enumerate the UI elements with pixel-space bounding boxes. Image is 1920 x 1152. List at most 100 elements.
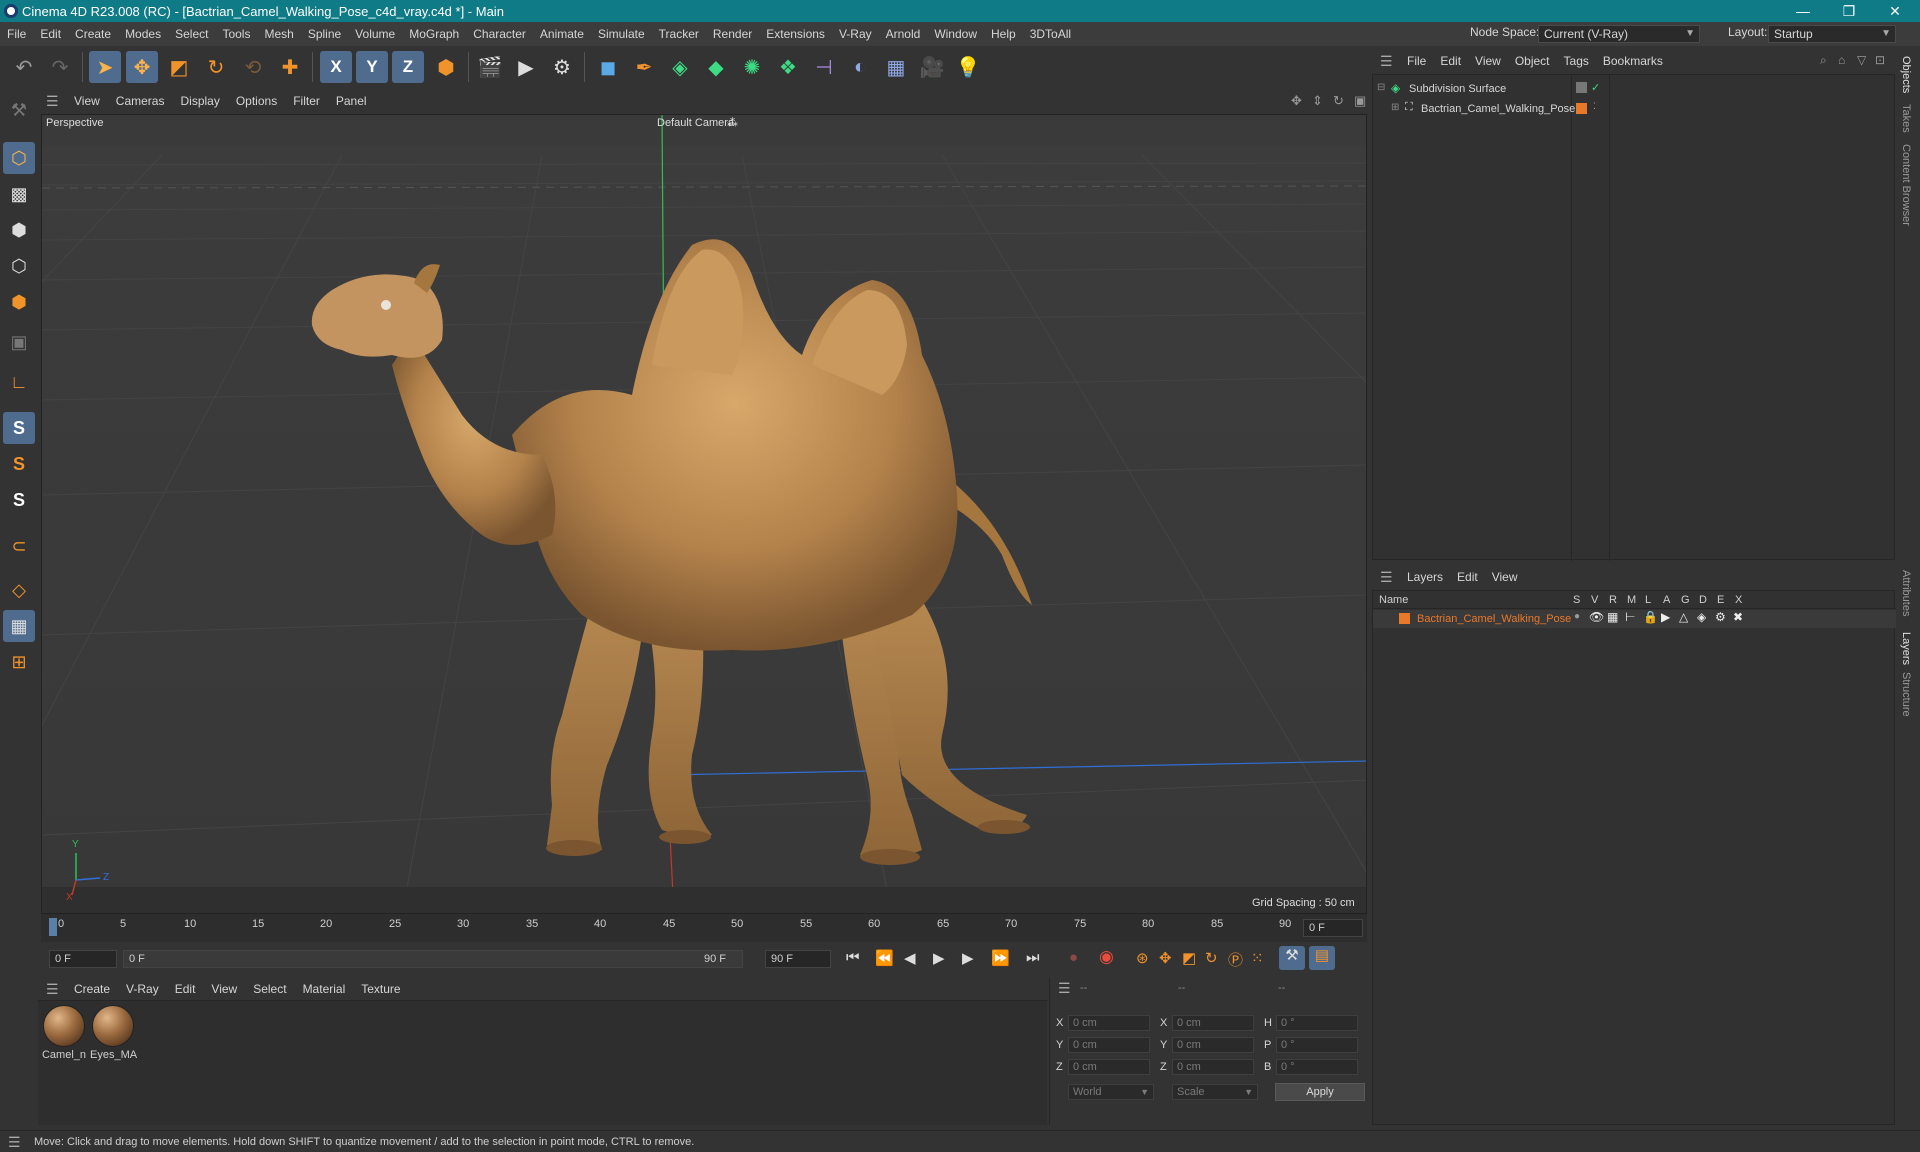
close-button[interactable]: ✕ <box>1872 0 1918 22</box>
play-icon[interactable]: ▶ <box>933 949 945 967</box>
autokey-icon[interactable]: ◉ <box>1099 947 1114 967</box>
object-menu-edit[interactable]: Edit <box>1433 54 1468 68</box>
deformer-icon[interactable]: ⊣ <box>808 51 840 83</box>
lock-x-button[interactable]: X <box>320 51 352 83</box>
current-frame-field[interactable]: 0 F <box>1303 919 1363 937</box>
pen-spline-icon[interactable]: ✒ <box>628 51 660 83</box>
layer-menu-view[interactable]: View <box>1485 570 1525 584</box>
menu-volume[interactable]: Volume <box>348 27 402 41</box>
lock-y-button[interactable]: Y <box>356 51 388 83</box>
layer-color-swatch[interactable] <box>1576 103 1587 114</box>
manager-icon[interactable]: ⊢ <box>1625 610 1635 624</box>
render-region-icon[interactable]: 🎬 <box>474 51 506 83</box>
extrude-icon[interactable]: ◆ <box>700 51 732 83</box>
magnet-icon[interactable]: ⊂ <box>3 530 35 562</box>
position-x-field[interactable]: 0 cm <box>1068 1015 1150 1031</box>
tab-content-browser[interactable]: Content Browser <box>1900 144 1912 226</box>
animation-icon[interactable]: ▶ <box>1661 610 1670 624</box>
object-row[interactable]: ⊟ ◈ Subdivision Surface ✓ <box>1373 81 1896 99</box>
menu-spline[interactable]: Spline <box>301 27 348 41</box>
material-menu-select[interactable]: Select <box>245 982 294 996</box>
material-item[interactable]: Eyes_MA <box>90 1005 137 1061</box>
home-icon[interactable]: ⌂ <box>1838 53 1845 67</box>
undo-icon[interactable]: ↶ <box>8 51 40 83</box>
viewport-menu-view[interactable]: View <box>66 94 108 108</box>
go-to-end-icon[interactable]: ⏭ <box>1026 949 1040 966</box>
snap-settings-button[interactable]: S <box>3 448 35 480</box>
previous-frame-icon[interactable]: ◀ <box>904 949 916 967</box>
visibility-dots-icon[interactable]: ⁚ <box>1593 101 1596 112</box>
deformers-icon[interactable]: ◈ <box>1697 610 1706 624</box>
layer-menu-edit[interactable]: Edit <box>1450 570 1485 584</box>
tab-layers[interactable]: Layers <box>1900 632 1912 665</box>
eye-icon[interactable]: 👁 <box>1589 610 1604 624</box>
object-menu-object[interactable]: Object <box>1508 54 1557 68</box>
material-menu-material[interactable]: Material <box>295 982 354 996</box>
coordinate-system-icon[interactable]: ⬢ <box>430 51 462 83</box>
axis-mode-icon[interactable]: ∟ <box>3 366 35 398</box>
size-x-field[interactable]: 0 cm <box>1172 1015 1254 1031</box>
locked-workplane-icon[interactable]: ⊞ <box>3 646 35 678</box>
menu-mesh[interactable]: Mesh <box>257 27 300 41</box>
recent-tools-icon[interactable]: ⟲ <box>237 51 269 83</box>
search-icon[interactable]: ⌕ <box>1820 53 1827 68</box>
viewport-menu-panel[interactable]: Panel <box>328 94 375 108</box>
frame-range-slider[interactable]: 0 F 90 F <box>123 950 743 968</box>
maximize-button[interactable]: ❐ <box>1826 0 1872 22</box>
menu-file[interactable]: File <box>0 27 33 41</box>
lock-z-button[interactable]: Z <box>392 51 424 83</box>
tab-structure[interactable]: Structure <box>1900 672 1912 717</box>
end-frame-field[interactable]: 90 F <box>765 950 831 968</box>
menu-modes[interactable]: Modes <box>118 27 168 41</box>
collapse-icon[interactable]: ⊟ <box>1377 82 1385 93</box>
redo-icon[interactable]: ↷ <box>44 51 76 83</box>
go-to-start-icon[interactable]: ⏮ <box>846 949 860 966</box>
viewport[interactable]: Perspective Default Camera ⁂ Grid Spacin… <box>41 114 1367 914</box>
viewport-menu-display[interactable]: Display <box>172 94 227 108</box>
polygons-mode-icon[interactable]: ⬢ <box>3 286 35 318</box>
hamburger-icon[interactable]: ☰ <box>46 982 60 996</box>
expressions-icon[interactable]: ⚙ <box>1715 610 1726 624</box>
node-space-dropdown[interactable]: Current (V-Ray) ▼ <box>1538 25 1700 43</box>
viewport-menu-options[interactable]: Options <box>228 94 285 108</box>
hamburger-icon[interactable]: ☰ <box>8 1135 22 1149</box>
key-scale-icon[interactable]: ◩ <box>1182 949 1196 967</box>
menu-simulate[interactable]: Simulate <box>591 27 652 41</box>
material-item[interactable]: Camel_n <box>41 1005 87 1061</box>
object-menu-file[interactable]: File <box>1400 54 1433 68</box>
edges-mode-icon[interactable]: ⬡ <box>3 250 35 282</box>
layout-dropdown[interactable]: Startup ▼ <box>1768 25 1896 43</box>
select-tool-icon[interactable]: ➤ <box>89 51 121 83</box>
tab-objects[interactable]: Objects <box>1900 56 1912 93</box>
key-parameter-icon[interactable]: Ⓟ <box>1228 949 1243 970</box>
menu-extensions[interactable]: Extensions <box>759 27 832 41</box>
size-mode-dropdown[interactable]: Scale ▼ <box>1172 1084 1258 1100</box>
object-menu-tags[interactable]: Tags <box>1557 54 1596 68</box>
keyframe-selection-icon[interactable]: ⊛ <box>1136 949 1149 967</box>
light-icon[interactable]: 💡 <box>952 51 984 83</box>
tab-takes[interactable]: Takes <box>1900 104 1912 133</box>
rotate-view-icon[interactable]: ↻ <box>1333 93 1344 109</box>
layer-row[interactable]: Bactrian_Camel_Walking_Pose ● 👁 ▦ ⊢ 🔒 ▶ … <box>1373 610 1896 628</box>
camera-icon[interactable]: 🎥 <box>916 51 948 83</box>
model-mode-icon[interactable]: ⬡ <box>3 142 35 174</box>
workplane-icon[interactable]: ◇ <box>3 574 35 606</box>
subdivision-icon[interactable]: ◈ <box>664 51 696 83</box>
material-menu-vray[interactable]: V-Ray <box>118 982 167 996</box>
menu-mograph[interactable]: MoGraph <box>402 27 466 41</box>
motion-system-icon[interactable]: ⚒ <box>1279 946 1305 970</box>
menu-vray[interactable]: V-Ray <box>832 27 879 41</box>
solo-icon[interactable]: ● <box>1574 611 1580 622</box>
hamburger-icon[interactable]: ☰ <box>1380 54 1394 68</box>
menu-arnold[interactable]: Arnold <box>879 27 928 41</box>
viewport-menu-filter[interactable]: Filter <box>285 94 328 108</box>
object-menu-view[interactable]: View <box>1468 54 1508 68</box>
render-view-icon[interactable]: ▶ <box>510 51 542 83</box>
start-frame-field[interactable]: 0 F <box>49 950 117 968</box>
menu-window[interactable]: Window <box>927 27 984 41</box>
floor-icon[interactable]: ▦ <box>880 51 912 83</box>
snap-button[interactable]: S <box>3 412 35 444</box>
render-icon[interactable]: ▦ <box>1607 610 1618 624</box>
tab-attributes[interactable]: Attributes <box>1900 570 1912 616</box>
menu-create[interactable]: Create <box>68 27 118 41</box>
